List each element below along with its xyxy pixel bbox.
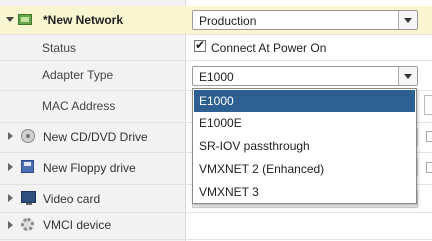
adapter-type-label: Adapter Type [42,68,114,82]
expand-arrow-icon[interactable] [8,163,13,171]
expand-arrow-icon[interactable] [6,17,14,22]
mac-address-button-partial[interactable] [424,95,432,115]
network-card-icon [18,14,32,25]
network-select-value: Production [199,14,257,28]
adapter-type-select-button[interactable] [398,67,417,85]
device-vmci-label[interactable]: VMCI device [43,218,111,232]
cd-dvd-icon [21,129,35,143]
row-divider [0,239,432,240]
row-divider [0,60,432,61]
connect-at-power-on-label[interactable]: Connect At Power On [211,41,326,55]
network-select[interactable]: Production [192,10,418,30]
new-network-title: *New Network [43,13,124,27]
adapter-option-label: VMXNET 2 (Enhanced) [199,162,325,176]
device-video-card-label[interactable]: Video card [43,192,100,206]
gear-icon [21,218,34,231]
device-cd-dvd-label[interactable]: New CD/DVD Drive [43,130,148,144]
cd-dvd-connected-checkbox[interactable] [426,131,432,142]
network-select-button[interactable] [398,11,417,29]
expand-arrow-icon[interactable] [8,221,13,229]
adapter-option-e1000e[interactable]: E1000E [194,112,415,134]
row-divider [0,212,432,213]
floppy-icon [21,160,34,173]
device-floppy-label[interactable]: New Floppy drive [43,161,136,175]
adapter-type-select[interactable]: E1000 [192,66,418,86]
adapter-option-label: SR-IOV passthrough [199,139,310,153]
adapter-option-label: E1000E [199,116,242,130]
adapter-option-sr-iov[interactable]: SR-IOV passthrough [194,135,415,157]
adapter-type-value: E1000 [199,70,234,84]
adapter-option-vmxnet2[interactable]: VMXNET 2 (Enhanced) [194,158,415,180]
adapter-type-dropdown-list[interactable]: E1000 E1000E SR-IOV passthrough VMXNET 2… [192,88,417,204]
checkmark-icon: ✔ [195,38,206,52]
expand-arrow-icon[interactable] [8,194,13,202]
adapter-option-vmxnet3[interactable]: VMXNET 3 [194,181,415,203]
column-divider [185,0,186,241]
chevron-down-icon [404,18,412,23]
adapter-option-label: VMXNET 3 [199,185,259,199]
mac-address-label: MAC Address [42,99,116,113]
monitor-icon [21,191,36,205]
row-divider [0,34,432,35]
adapter-option-label: E1000 [199,94,234,108]
expand-arrow-icon[interactable] [8,132,13,140]
connect-at-power-on-checkbox[interactable]: ✔ [194,38,206,52]
adapter-option-e1000[interactable]: E1000 [194,90,415,112]
chevron-down-icon [404,74,412,79]
floppy-connected-checkbox[interactable] [426,162,432,173]
status-label: Status [42,41,77,55]
